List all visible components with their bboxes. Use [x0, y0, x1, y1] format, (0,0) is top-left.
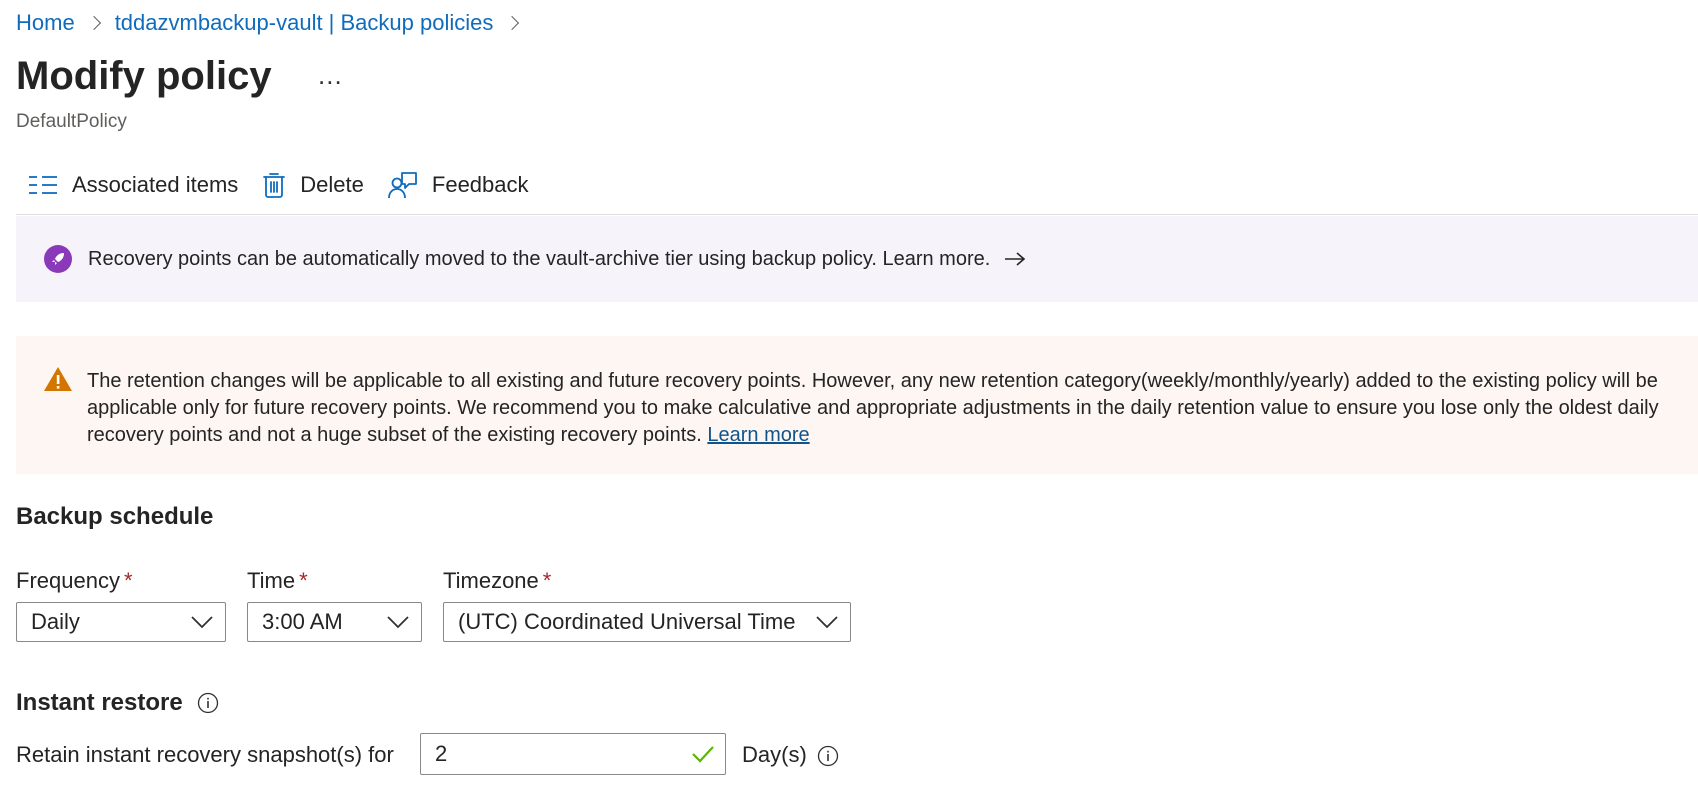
chevron-down-icon — [816, 616, 838, 629]
time-dropdown[interactable]: 3:00 AM — [247, 602, 422, 642]
checkmark-icon — [692, 746, 714, 763]
retain-snapshot-label: Retain instant recovery snapshot(s) for — [16, 742, 394, 767]
warning-text-block: The retention changes will be applicable… — [87, 368, 1667, 449]
more-options-button[interactable]: ... — [318, 60, 343, 90]
chevron-right-icon — [505, 15, 520, 31]
required-asterisk: * — [123, 568, 133, 593]
warning-message: The retention changes will be applicable… — [87, 370, 1659, 446]
frequency-label-text: Frequency — [16, 568, 120, 593]
arrow-right-icon[interactable] — [1004, 251, 1026, 267]
breadcrumb-vault-link[interactable]: tddazvmbackup-vault | Backup policies — [115, 10, 494, 36]
feedback-button[interactable]: Feedback — [376, 164, 541, 206]
frequency-value: Daily — [31, 609, 80, 634]
timezone-value: (UTC) Coordinated Universal Time — [458, 609, 796, 634]
time-label: Time * — [247, 568, 308, 594]
frequency-label: Frequency * — [16, 568, 133, 594]
delete-button[interactable]: Delete — [250, 164, 376, 206]
associated-items-button[interactable]: Associated items — [16, 164, 250, 206]
breadcrumb-home-link[interactable]: Home — [16, 10, 75, 36]
command-bar-divider — [16, 214, 1698, 215]
chevron-down-icon — [387, 616, 409, 629]
timezone-label: Timezone * — [443, 568, 551, 594]
info-icon[interactable] — [197, 692, 219, 714]
retain-unit-label: Day(s) — [742, 742, 807, 767]
backup-schedule-heading: Backup schedule — [16, 503, 214, 530]
warning-icon — [44, 367, 72, 391]
time-value: 3:00 AM — [262, 609, 343, 634]
required-asterisk: * — [542, 568, 552, 593]
list-icon — [29, 176, 57, 194]
frequency-dropdown[interactable]: Daily — [16, 602, 226, 642]
instant-restore-heading-row: Instant restore — [16, 689, 219, 717]
timezone-label-text: Timezone — [443, 568, 539, 593]
info-banner-text: Recovery points can be automatically mov… — [88, 247, 991, 270]
time-label-text: Time — [247, 568, 296, 593]
retain-snapshot-value: 2 — [435, 741, 448, 766]
associated-items-label: Associated items — [72, 172, 239, 197]
learn-more-link[interactable]: Learn more — [707, 424, 809, 446]
command-bar: Associated items Delete Feedback — [16, 164, 541, 206]
rocket-icon — [44, 245, 72, 273]
info-icon[interactable] — [817, 745, 839, 767]
feedback-label: Feedback — [431, 172, 529, 197]
chevron-right-icon — [86, 15, 101, 31]
chevron-down-icon — [191, 616, 213, 629]
page-subtitle: DefaultPolicy — [16, 111, 127, 132]
page-title: Modify policy — [16, 54, 272, 98]
warning-banner: The retention changes will be applicable… — [16, 336, 1698, 474]
timezone-dropdown[interactable]: (UTC) Coordinated Universal Time — [443, 602, 851, 642]
trash-icon — [263, 173, 286, 198]
instant-restore-heading: Instant restore — [16, 689, 183, 716]
breadcrumb: Home tddazvmbackup-vault | Backup polici… — [16, 6, 533, 40]
feedback-icon — [387, 172, 417, 199]
info-banner: Recovery points can be automatically mov… — [16, 216, 1698, 302]
delete-label: Delete — [300, 172, 364, 197]
retain-snapshot-input[interactable]: 2 — [420, 733, 726, 775]
required-asterisk: * — [299, 568, 308, 593]
